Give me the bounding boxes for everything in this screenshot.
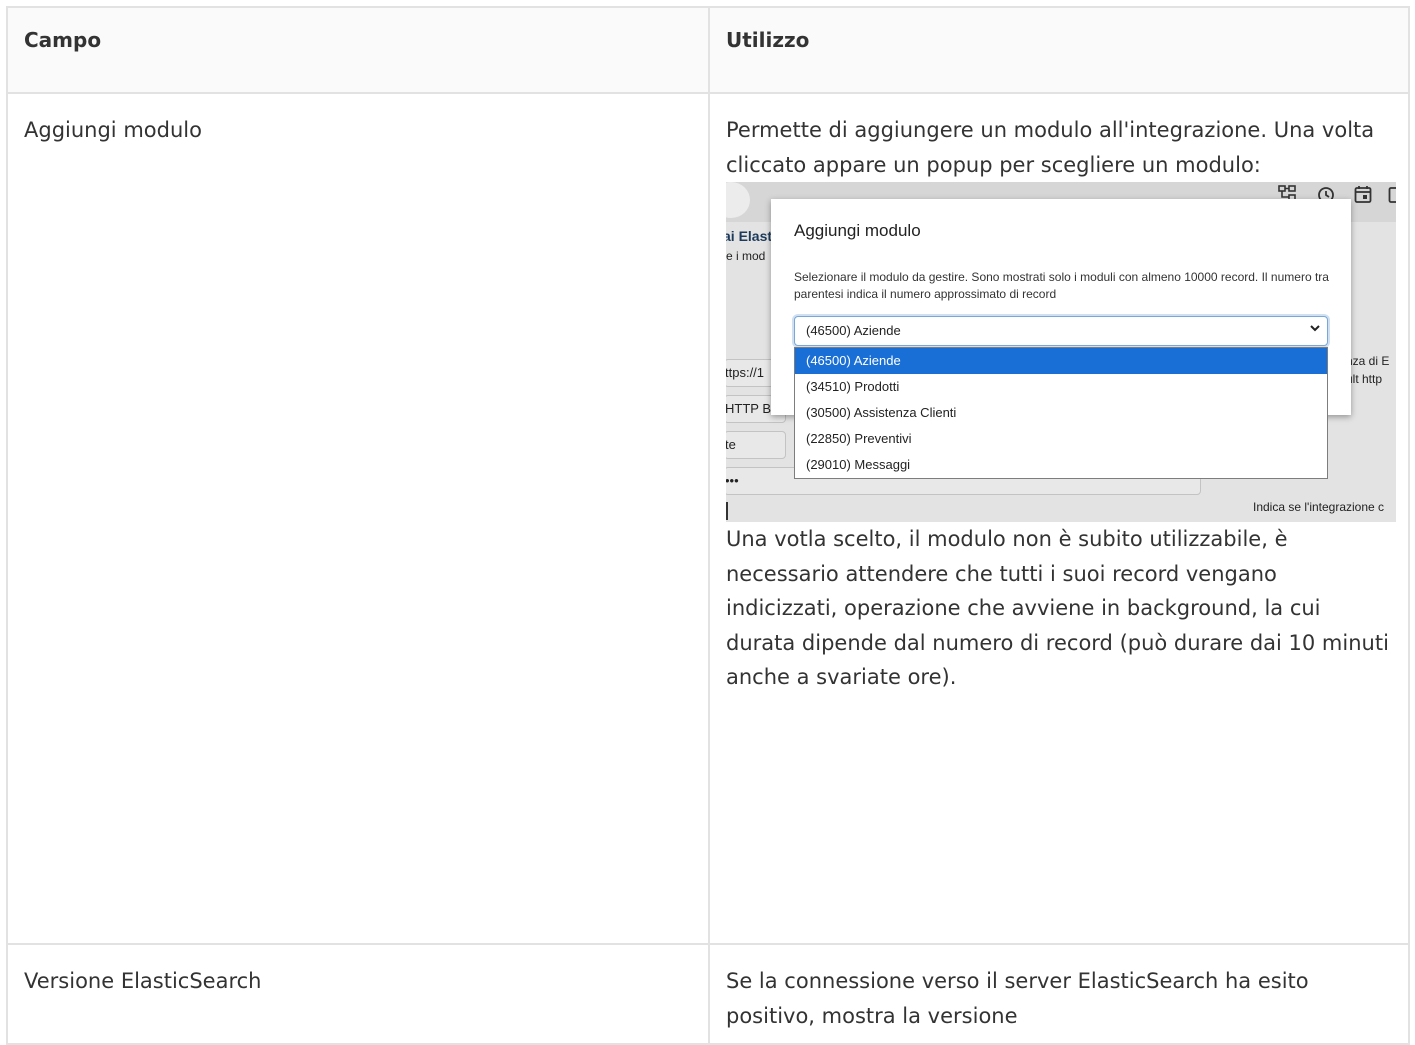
- bg-page-subtitle: e i mod: [726, 249, 766, 263]
- table-row: Aggiungi modulo Permette di aggiungere u…: [6, 92, 1410, 945]
- field-cell: Versione ElasticSearch: [6, 943, 710, 1045]
- panel-icon: [1388, 184, 1396, 209]
- dropdown-option[interactable]: (22850) Preventivi: [795, 426, 1327, 452]
- table-row: Versione ElasticSearch Se la connessione…: [6, 943, 1410, 1045]
- field-name: Versione ElasticSearch: [24, 969, 262, 993]
- usage-intro: Permette di aggiungere un modulo all'int…: [726, 118, 1375, 177]
- embedded-screenshot: ai Elast e i mod ttps://1 HTTP Ba te •••…: [726, 182, 1396, 522]
- modal-description: Selezionare il modulo da gestire. Sono m…: [794, 270, 1329, 301]
- dropdown-option[interactable]: (46500) Aziende: [795, 348, 1327, 374]
- dropdown-option[interactable]: (29010) Messaggi: [795, 452, 1327, 478]
- bg-help-text-1: nza di E: [1346, 354, 1390, 368]
- bg-page-title: ai Elast: [726, 228, 773, 244]
- module-select-value: (46500) Aziende: [806, 323, 901, 338]
- field-cell: Aggiungi modulo: [6, 92, 710, 945]
- usage-intro: Se la connessione verso il server Elasti…: [726, 969, 1309, 1028]
- usage-cell: Permette di aggiungere un modulo all'int…: [708, 92, 1410, 945]
- usage-after: Una votla scelto, il modulo non è subito…: [726, 527, 1389, 689]
- modal-title: Aggiungi modulo: [794, 221, 921, 240]
- bg-help-text-2: ult http: [1346, 372, 1383, 386]
- bg-help-text-3: Indica se l'integrazione c: [1253, 500, 1385, 514]
- field-usage-table: Campo Utilizzo Aggiungi modulo Permette …: [6, 6, 1410, 1045]
- table-header-row: Campo Utilizzo: [6, 6, 1410, 94]
- field-name: Aggiungi modulo: [24, 118, 202, 142]
- dropdown-option[interactable]: (30500) Assistenza Clienti: [795, 400, 1327, 426]
- module-select[interactable]: (46500) Aziende: [794, 316, 1328, 346]
- dropdown-option[interactable]: (34510) Prodotti: [795, 374, 1327, 400]
- module-dropdown-list: (46500) Aziende (34510) Prodotti (30500)…: [794, 347, 1328, 479]
- calendar-icon: [1354, 184, 1372, 209]
- bg-user-field: te: [726, 431, 786, 459]
- chevron-down-icon: [1309, 321, 1321, 338]
- usage-cell: Se la connessione verso il server Elasti…: [708, 943, 1410, 1045]
- bg-cursor-bar: [726, 502, 728, 520]
- header-utilizzo: Utilizzo: [708, 6, 1410, 94]
- header-campo: Campo: [6, 6, 710, 94]
